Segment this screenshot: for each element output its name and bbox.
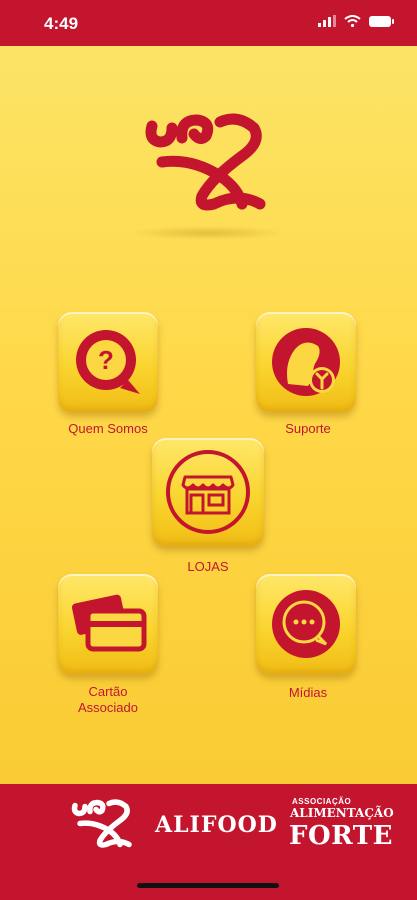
cartao-associado-label: Cartão Associado [38, 684, 178, 716]
cartao-associado-button[interactable] [58, 574, 158, 674]
suporte-label: Suporte [285, 421, 331, 436]
quem-somos-button[interactable]: ? [58, 312, 158, 412]
assoc-line-2: ALIMENTAÇÃO [290, 806, 394, 820]
status-bar: 4:49 [0, 0, 417, 46]
status-time: 4:49 [44, 14, 79, 33]
logo-shadow [130, 226, 285, 240]
cartao-line-2: Associado [78, 700, 138, 715]
midias-button[interactable] [256, 574, 356, 674]
chat-bubble-icon [272, 590, 340, 658]
lojas-label: LOJAS [187, 559, 229, 574]
quem-somos-label: Quem Somos [68, 421, 148, 436]
midias-label: Mídias [288, 685, 328, 700]
home-indicator[interactable] [137, 883, 279, 888]
alifood-logo [142, 108, 274, 218]
status-icons [318, 15, 394, 27]
cartao-line-1: Cartão [88, 684, 128, 699]
suporte-button[interactable] [256, 312, 356, 412]
svg-text:?: ? [98, 345, 114, 375]
store-icon [166, 450, 250, 534]
wifi-icon [344, 15, 361, 27]
assoc-line-3: FORTE [289, 821, 393, 851]
battery-icon [369, 15, 394, 27]
card-icon [71, 594, 147, 652]
lojas-button[interactable] [152, 438, 264, 546]
assoc-line-1: ASSOCIAÇÃO [292, 797, 352, 806]
footer-logo-icon [71, 799, 132, 848]
footer-logo [70, 792, 136, 856]
signal-icon [318, 15, 336, 27]
footer-brand: ALIFOOD [155, 812, 278, 838]
logo-mark-icon [145, 113, 266, 211]
support-person-icon [272, 328, 340, 396]
question-bubble-icon: ? [76, 330, 140, 394]
